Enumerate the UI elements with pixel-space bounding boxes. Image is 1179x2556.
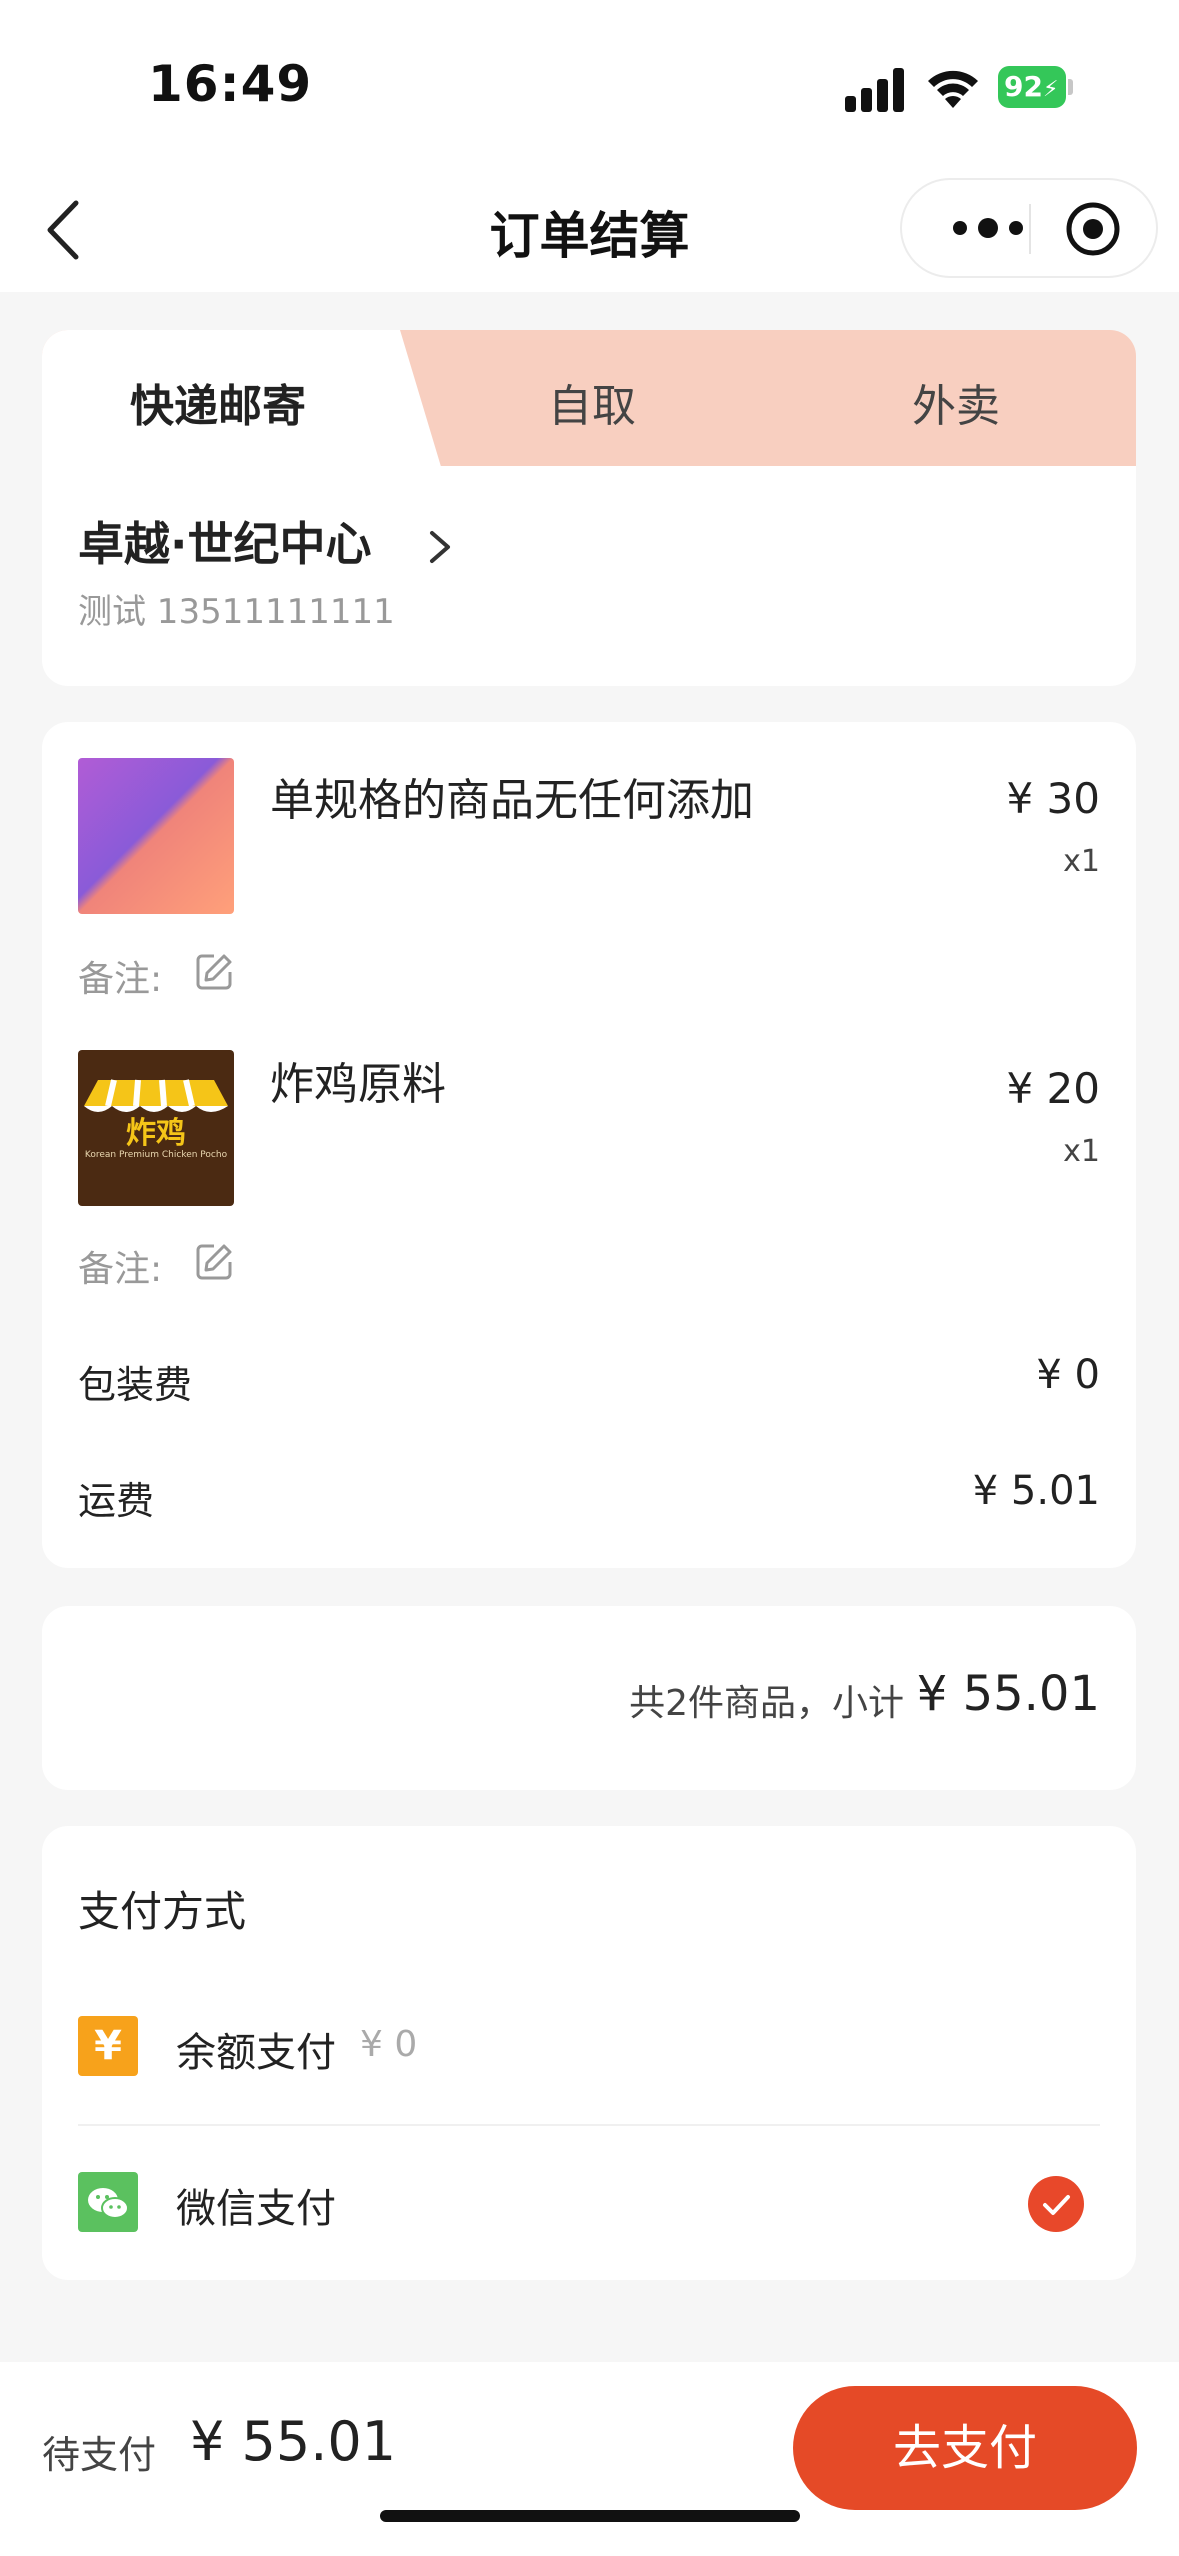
payment-title: 支付方式 xyxy=(78,1887,247,1936)
home-indicator xyxy=(380,2510,800,2522)
goods-price: ¥ 30 xyxy=(1006,774,1100,823)
edit-icon[interactable] xyxy=(194,1242,234,1282)
wifi-icon xyxy=(928,70,978,108)
target-icon[interactable] xyxy=(1062,198,1124,260)
thumb-brand-subtext: Korean Premium Chicken Pocho xyxy=(84,1150,228,1160)
address-contact: 测试 13511111111 xyxy=(78,592,395,632)
address-name[interactable]: 卓越·世纪中心 xyxy=(78,508,371,574)
top-bar: 16:49 92⚡ 订单结算 xyxy=(0,0,1179,292)
payment-card: 支付方式 ¥ 余额支付 ¥ 0 微信支付 xyxy=(42,1826,1136,2280)
due-amount: ¥ 55.01 xyxy=(190,2410,397,2473)
cellular-signal-icon xyxy=(845,68,907,112)
subtotal-value: ¥ 55.01 xyxy=(916,1666,1100,1722)
checkmark-icon[interactable] xyxy=(1028,2176,1084,2232)
tab-pickup[interactable]: 自取 xyxy=(548,370,636,434)
due-label: 待支付 xyxy=(42,2433,157,2477)
tab-takeout[interactable]: 外卖 xyxy=(912,370,1000,434)
goods-name: 单规格的商品无任何添加 xyxy=(270,775,754,826)
remark-label: 备注: xyxy=(78,1249,163,1290)
shipping-fee-label: 运费 xyxy=(78,1479,155,1523)
goods-price: ¥ 20 xyxy=(1006,1064,1100,1113)
goods-quantity: x1 xyxy=(1063,1134,1100,1169)
battery-icon: 92⚡ xyxy=(998,66,1073,108)
balance-amount: ¥ 0 xyxy=(360,2024,418,2065)
divider xyxy=(78,2124,1100,2126)
tab-express[interactable]: 快递邮寄 xyxy=(130,370,306,434)
status-time: 16:49 xyxy=(148,55,313,113)
goods-card: 单规格的商品无任何添加 ¥ 30 x1 备注: 炸鸡 Korean Premiu… xyxy=(42,722,1136,1568)
payment-label: 余额支付 xyxy=(176,2030,336,2076)
edit-icon[interactable] xyxy=(194,952,234,992)
payment-label: 微信支付 xyxy=(176,2186,336,2232)
packaging-fee-value: ¥ 0 xyxy=(1036,1352,1100,1398)
pay-button[interactable]: 去支付 xyxy=(793,2386,1137,2510)
yuan-icon: ¥ xyxy=(78,2016,138,2076)
wechat-icon xyxy=(78,2172,138,2232)
mini-program-capsule xyxy=(900,178,1158,278)
thumb-brand-text: 炸鸡 xyxy=(126,1116,186,1151)
subtotal-text: 共2件商品，小计 xyxy=(629,1683,904,1724)
checkout-bar: 待支付 ¥ 55.01 去支付 xyxy=(0,2362,1179,2556)
subtotal-card: 共2件商品，小计 ¥ 55.01 xyxy=(42,1606,1136,1790)
goods-name: 炸鸡原料 xyxy=(270,1059,446,1110)
goods-quantity: x1 xyxy=(1063,844,1100,879)
delivery-card: 快递邮寄 自取 外卖 卓越·世纪中心 测试 13511111111 xyxy=(42,330,1136,686)
packaging-fee-label: 包装费 xyxy=(78,1363,193,1407)
remark-label: 备注: xyxy=(78,959,163,1000)
chevron-right-icon[interactable] xyxy=(424,525,454,569)
goods-thumbnail: 炸鸡 Korean Premium Chicken Pocho xyxy=(78,1050,234,1206)
more-icon[interactable] xyxy=(938,200,1038,256)
goods-thumbnail xyxy=(78,758,234,914)
battery-level: 92 xyxy=(1004,70,1043,103)
shipping-fee-value: ¥ 5.01 xyxy=(972,1468,1100,1514)
